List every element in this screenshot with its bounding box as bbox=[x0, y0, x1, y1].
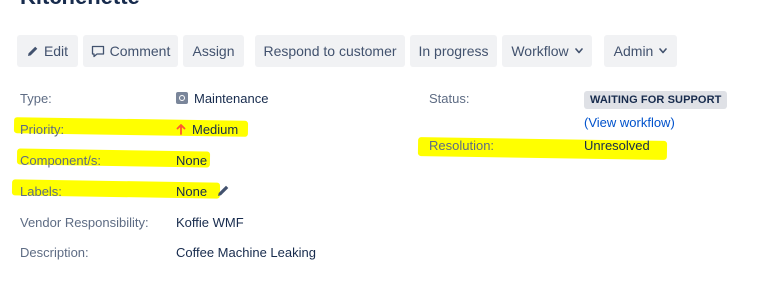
issue-title: Kitchenette bbox=[20, 0, 140, 8]
respond-button-label: Respond to customer bbox=[263, 43, 397, 59]
type-value: Maintenance bbox=[176, 91, 268, 107]
vendor-responsibility-label: Vendor Responsibility: bbox=[20, 215, 149, 230]
assign-button-label: Assign bbox=[192, 43, 235, 59]
workflow-dropdown-label: Workflow bbox=[511, 43, 569, 59]
pencil-icon[interactable] bbox=[217, 184, 230, 201]
labels-value-text: None bbox=[176, 184, 208, 199]
priority-label: Priority: bbox=[20, 122, 65, 137]
type-value-text: Maintenance bbox=[194, 91, 269, 106]
priority-value: Medium bbox=[176, 122, 238, 139]
speech-bubble-icon bbox=[91, 45, 105, 58]
labels-label: Labels: bbox=[20, 184, 62, 199]
assign-button[interactable]: Assign bbox=[183, 35, 244, 67]
maintenance-type-icon bbox=[176, 92, 188, 104]
arrow-up-icon bbox=[176, 123, 186, 139]
workflow-dropdown[interactable]: Workflow bbox=[502, 35, 592, 67]
components-label: Component/s: bbox=[20, 153, 101, 168]
chevron-down-icon bbox=[659, 48, 668, 54]
comment-button-label: Comment bbox=[109, 43, 171, 59]
description-value: Coffee Machine Leaking bbox=[176, 245, 316, 260]
respond-to-customer-button[interactable]: Respond to customer bbox=[255, 35, 405, 67]
components-value: None bbox=[176, 153, 208, 168]
status-label: Status: bbox=[429, 91, 470, 106]
admin-dropdown-label: Admin bbox=[613, 43, 654, 59]
edit-button[interactable]: Edit bbox=[17, 35, 78, 67]
priority-value-text: Medium bbox=[192, 122, 239, 137]
view-workflow-link[interactable]: (View workflow) bbox=[584, 115, 675, 131]
comment-button[interactable]: Comment bbox=[83, 35, 178, 67]
type-label: Type: bbox=[20, 91, 52, 106]
status-badge: WAITING FOR SUPPORT bbox=[584, 91, 728, 109]
resolution-value: Unresolved bbox=[584, 138, 650, 153]
admin-dropdown[interactable]: Admin bbox=[604, 35, 677, 67]
edit-button-label: Edit bbox=[43, 43, 69, 59]
chevron-down-icon bbox=[574, 48, 583, 54]
description-label: Description: bbox=[20, 245, 89, 260]
in-progress-button[interactable]: In progress bbox=[410, 35, 497, 67]
resolution-label: Resolution: bbox=[429, 138, 495, 153]
vendor-responsibility-value: Koffie WMF bbox=[176, 215, 244, 230]
in-progress-button-label: In progress bbox=[418, 43, 489, 59]
pencil-icon bbox=[27, 45, 39, 57]
labels-value: None bbox=[176, 184, 230, 201]
